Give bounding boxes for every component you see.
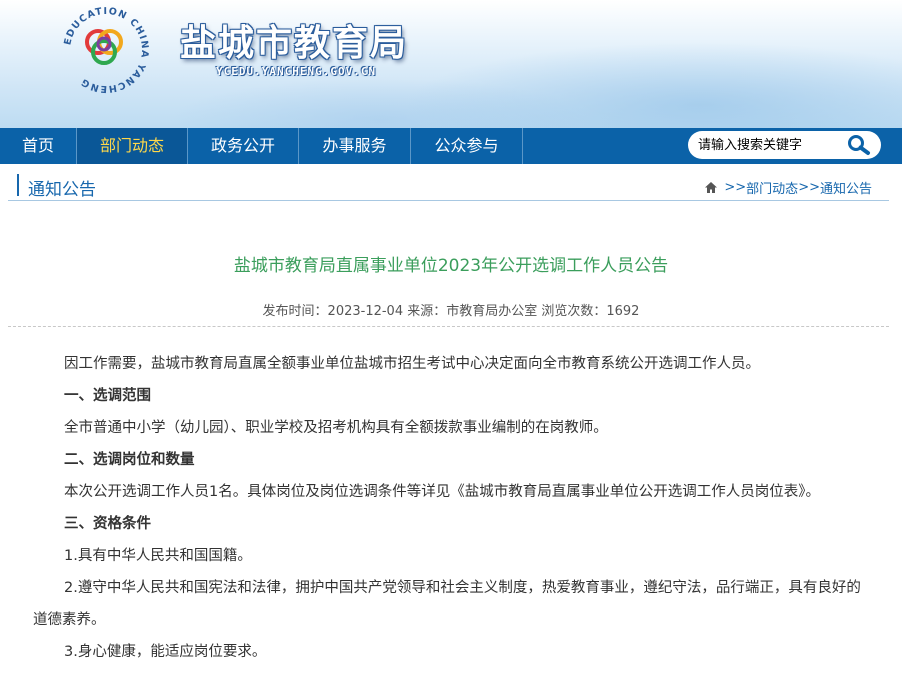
site-domain: YCEDU.YANCHENG.GOV.CN: [216, 65, 377, 78]
education-emblem-logo[interactable]: EDUCATION CHINA YANCHENG: [58, 2, 154, 98]
site-header: EDUCATION CHINA YANCHENG 盐城市教育局 YCEDU.YA…: [0, 0, 902, 128]
nav-department-news[interactable]: 部门动态: [77, 128, 188, 164]
article-title: 盐城市教育局直属事业单位2023年公开选调工作人员公告: [233, 256, 669, 276]
nav-public-participation[interactable]: 公众参与: [411, 128, 523, 164]
section-heading: 一、选调范围: [64, 388, 151, 404]
section-marker: [17, 174, 19, 196]
section-heading: 二、选调岗位和数量: [64, 452, 195, 468]
breadcrumb-separator: >>: [798, 180, 820, 195]
search-input[interactable]: [698, 136, 838, 154]
search-box: [688, 131, 881, 159]
paragraph: 本次公开选调工作人员1名。具体岗位及岗位选调条件等详见《盐城市教育局直属事业单位…: [64, 484, 820, 500]
nav-government-affairs[interactable]: 政务公开: [188, 128, 299, 164]
divider: [8, 326, 889, 327]
paragraph: 2.遵守中华人民共和国宪法和法律，拥护中国共产党领导和社会主义制度，热爱教育事业…: [33, 580, 861, 628]
site-title: 盐城市教育局: [180, 23, 409, 64]
article-body: 因工作需要，盐城市教育局直属全额事业单位盐城市招生考试中心决定面向全市教育系统公…: [33, 348, 861, 668]
nav-home[interactable]: 首页: [0, 128, 77, 164]
breadcrumb-separator: >>: [724, 180, 747, 195]
breadcrumb-department-news[interactable]: 部门动态: [746, 178, 798, 197]
paragraph: 1.具有中华人民共和国国籍。: [64, 548, 252, 564]
article-meta: 发布时间：2023-12-04 来源：市教育局办公室 浏览次数：1692: [262, 304, 640, 319]
nav-services[interactable]: 办事服务: [299, 128, 411, 164]
search-icon[interactable]: [844, 133, 874, 157]
paragraph: 全市普通中小学（幼儿园）、职业学校及招考机构具有全额拨款事业编制的在岗教师。: [64, 420, 608, 436]
home-icon[interactable]: [704, 181, 718, 194]
section-header: 通知公告 >> 部门动态 >> 通知公告: [8, 172, 889, 201]
section-title: 通知公告: [28, 180, 96, 200]
paragraph: 因工作需要，盐城市教育局直属全额事业单位盐城市招生考试中心决定面向全市教育系统公…: [64, 356, 760, 372]
section-heading: 三、资格条件: [64, 516, 151, 532]
breadcrumb: >> 部门动态 >> 通知公告: [704, 178, 872, 197]
breadcrumb-notices[interactable]: 通知公告: [820, 178, 872, 197]
paragraph: 3.身心健康，能适应岗位要求。: [64, 644, 267, 660]
